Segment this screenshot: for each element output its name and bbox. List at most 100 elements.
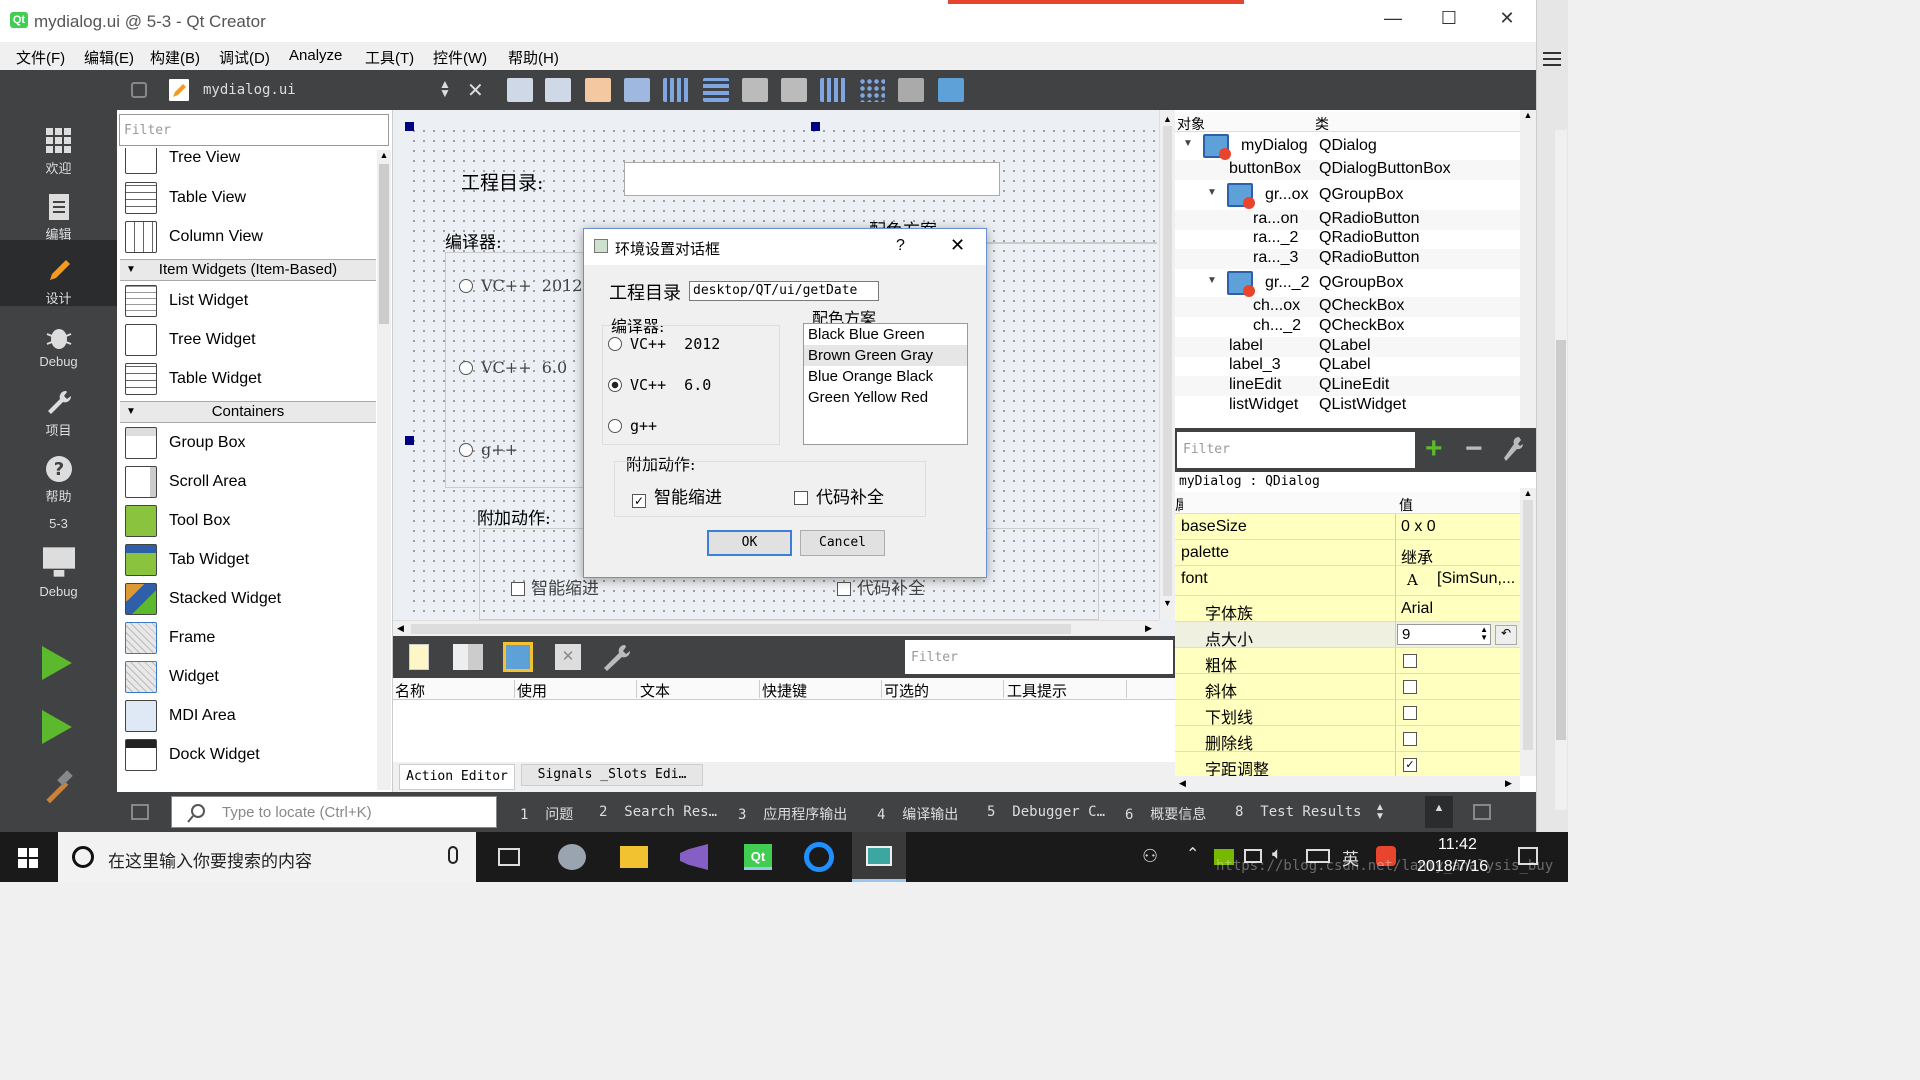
widget-item-table-widget[interactable]: Table Widget xyxy=(125,361,375,397)
checkbox-checked-icon[interactable]: ✓ xyxy=(1403,758,1417,772)
edit-buddies-button[interactable] xyxy=(585,78,611,102)
property-settings-icon[interactable] xyxy=(1501,434,1525,464)
checkbox-unchecked-icon[interactable] xyxy=(1403,680,1417,694)
object-tree-row[interactable]: ra...on QRadioButton xyxy=(1175,210,1520,230)
property-hscrollbar[interactable]: ◀ ▶ xyxy=(1175,776,1520,792)
layout-v-splitter-button[interactable] xyxy=(781,78,807,102)
action-column-header[interactable]: 快捷键 xyxy=(762,680,882,700)
pane-tab-search[interactable]: 2 Search Res… xyxy=(599,804,717,820)
category-item-widgets[interactable]: ▼ Item Widgets (Item-Based) xyxy=(120,259,376,281)
file-switch-arrows-icon[interactable]: ▲ ▼ xyxy=(439,78,451,99)
spin-arrows-icon[interactable]: ▲ ▼ xyxy=(1480,626,1488,642)
form-radio-2[interactable]: VC++ 6.0 xyxy=(459,358,567,377)
object-tree-row[interactable]: buttonBox QDialogButtonBox xyxy=(1175,160,1520,180)
add-property-icon[interactable]: + xyxy=(1425,434,1443,464)
pane-tab-compile-output[interactable]: 4 编译输出 xyxy=(877,804,958,824)
maximize-pane-icon[interactable]: ▲ xyxy=(1425,796,1453,828)
widget-item-table-view[interactable]: Table View xyxy=(125,180,375,216)
mode-debug[interactable]: Debug xyxy=(0,322,117,369)
menu-analyze[interactable]: Analyze xyxy=(289,47,342,64)
dialog-color-list[interactable]: Black Blue Green Brown Green Gray Blue O… xyxy=(803,323,968,445)
widget-box-scrollbar[interactable]: ▲ xyxy=(377,150,391,790)
layout-grid-button[interactable] xyxy=(859,78,885,102)
dialog-check-indent[interactable]: ✓ 智能缩进 xyxy=(632,483,722,508)
dialog-radio-gpp[interactable]: g++ xyxy=(608,417,657,435)
pane-tabs-arrows-icon[interactable]: ▲ ▼ xyxy=(1375,803,1385,822)
scroll-up-icon[interactable]: ▲ xyxy=(1160,114,1175,124)
checkbox-unchecked-icon[interactable] xyxy=(1403,654,1417,668)
edit-widgets-button[interactable] xyxy=(507,78,533,102)
object-tree-row[interactable]: ra..._2 QRadioButton xyxy=(1175,229,1520,249)
action-filter-input[interactable]: Filter xyxy=(905,640,1173,674)
widget-item-mdi-area[interactable]: MDI Area xyxy=(125,698,375,734)
color-option[interactable]: Green Yellow Red xyxy=(804,387,967,408)
menu-help[interactable]: 帮助(H) xyxy=(508,47,559,68)
scroll-left-icon[interactable]: ◀ xyxy=(1179,778,1186,789)
property-filter-input[interactable]: Filter xyxy=(1177,432,1415,468)
mode-edit[interactable]: 编辑 xyxy=(0,192,117,243)
widget-item-scroll-area[interactable]: Scroll Area xyxy=(125,464,375,500)
microphone-icon[interactable] xyxy=(448,846,458,864)
adjust-size-button[interactable] xyxy=(938,78,964,102)
locator-input[interactable]: Type to locate (Ctrl+K) xyxy=(171,796,497,828)
mode-welcome[interactable]: 欢迎 xyxy=(0,126,117,177)
pane-tab-summary[interactable]: 6 概要信息 xyxy=(1125,804,1206,824)
property-row[interactable]: baseSize 0 x 0 xyxy=(1175,514,1520,540)
color-option-selected[interactable]: Brown Green Gray xyxy=(804,345,967,366)
action-column-header[interactable]: 名称 xyxy=(395,680,515,700)
action-column-header[interactable]: 文本 xyxy=(640,680,760,700)
close-document-icon[interactable]: ✕ xyxy=(467,78,484,103)
widget-item-stacked-widget[interactable]: Stacked Widget xyxy=(125,581,375,617)
category-containers[interactable]: ▼ Containers xyxy=(120,401,376,423)
dialog-radio-2012[interactable]: VC++ 2012 xyxy=(608,335,720,353)
form-dir-label[interactable]: 工程目录: xyxy=(461,168,543,195)
scroll-right-icon[interactable]: ▶ xyxy=(1145,623,1152,634)
form-h-scrollbar[interactable]: ◀ ▶ xyxy=(393,620,1159,636)
task-view-icon[interactable] xyxy=(498,848,520,866)
pane-tab-issues[interactable]: 1 问题 xyxy=(520,804,573,824)
property-scroll-thumb[interactable] xyxy=(1523,500,1533,750)
color-option[interactable]: Black Blue Green xyxy=(804,324,967,345)
object-tree-row[interactable]: label_3 QLabel xyxy=(1175,356,1520,376)
layout-form-button[interactable] xyxy=(820,78,846,102)
action-column-header[interactable]: 工具提示 xyxy=(1007,680,1127,700)
point-size-spinbox[interactable]: 9 ▲ ▼ xyxy=(1397,624,1491,645)
objinsp-scrollbar[interactable]: ▲ xyxy=(1520,110,1536,428)
dialog-help-button[interactable]: ? xyxy=(896,237,905,255)
new-action-icon[interactable] xyxy=(409,644,429,670)
resize-handle[interactable] xyxy=(811,122,820,131)
clock-time[interactable]: 11:42 xyxy=(1438,836,1477,854)
property-row[interactable]: 删除线 xyxy=(1175,726,1520,753)
menu-build[interactable]: 构建(B) xyxy=(150,47,200,68)
pane-tab-debugger[interactable]: 5 Debugger C… xyxy=(987,804,1105,820)
widget-item-dock-widget[interactable]: Dock Widget xyxy=(125,737,375,773)
layout-vertical-button[interactable] xyxy=(703,78,729,102)
property-row[interactable]: 下划线 xyxy=(1175,700,1520,727)
property-row[interactable]: 字体族 Arial xyxy=(1175,596,1520,623)
form-radio-3[interactable]: g++ xyxy=(459,440,518,459)
resize-handle[interactable] xyxy=(405,122,414,131)
action-column-header[interactable]: 可选的 xyxy=(884,680,1004,700)
build-hammer-icon[interactable] xyxy=(40,770,76,806)
action-column-header[interactable]: 使用 xyxy=(517,680,637,700)
scroll-up-icon[interactable]: ▲ xyxy=(1520,110,1536,120)
menu-edit[interactable]: 编辑(E) xyxy=(84,47,134,68)
qt-creator-taskbar-icon[interactable]: Qt xyxy=(744,844,772,870)
widget-scroll-thumb[interactable] xyxy=(379,164,389,324)
form-extra-label[interactable]: 附加动作: xyxy=(477,504,551,529)
property-scrollbar[interactable]: ▲ xyxy=(1520,488,1536,776)
taskbar-app-icon[interactable] xyxy=(558,844,586,870)
property-row[interactable]: 点大小 9 ▲ ▼ ↶ xyxy=(1175,622,1520,649)
layout-horizontal-button[interactable] xyxy=(663,78,689,102)
tray-expand-icon[interactable]: ⌃ xyxy=(1186,844,1199,864)
widget-item-column-view[interactable]: Column View xyxy=(125,219,375,255)
pane-tab-test-results[interactable]: 8 Test Results xyxy=(1235,804,1361,820)
dialog-check-complete[interactable]: 代码补全 xyxy=(794,483,884,508)
property-row[interactable]: palette 继承 xyxy=(1175,540,1520,567)
tab-signals-slots[interactable]: Signals _Slots Edi… xyxy=(521,764,703,786)
mode-help[interactable]: ? 帮助 xyxy=(0,454,117,505)
mode-design[interactable]: 设计 xyxy=(0,240,117,306)
bg-scroll-thumb[interactable] xyxy=(1556,340,1566,740)
scroll-up-icon[interactable]: ▲ xyxy=(1520,488,1536,498)
widget-item-tab-widget[interactable]: Tab Widget xyxy=(125,542,375,578)
